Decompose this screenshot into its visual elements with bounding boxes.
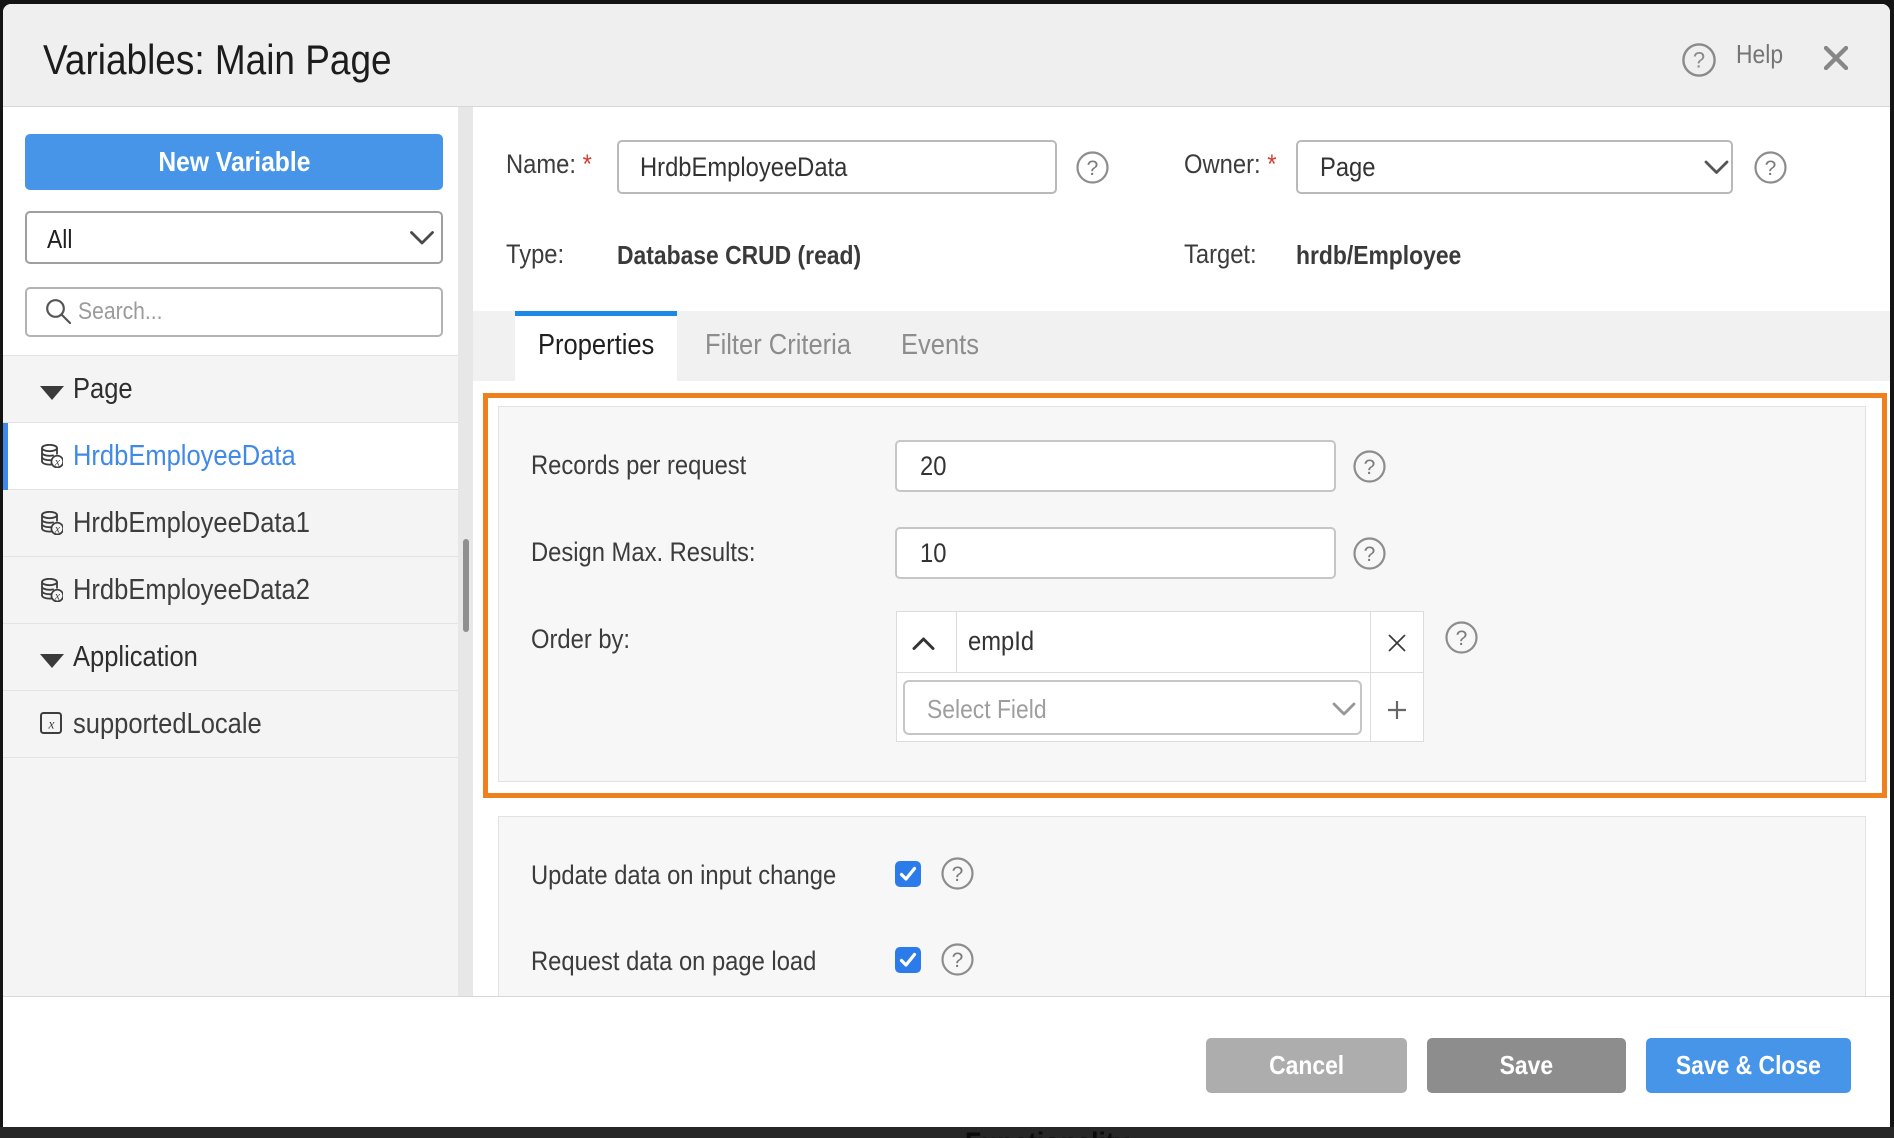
svg-text:?: ?: [1693, 48, 1705, 73]
svg-text:x: x: [54, 457, 61, 468]
svg-text:x: x: [48, 717, 55, 732]
svg-text:?: ?: [1765, 157, 1777, 180]
svg-text:?: ?: [952, 863, 964, 886]
svg-text:x: x: [54, 524, 61, 535]
svg-text:?: ?: [952, 949, 964, 972]
svg-text:?: ?: [1364, 456, 1376, 479]
svg-text:x: x: [54, 591, 61, 602]
svg-text:?: ?: [1364, 543, 1376, 566]
svg-text:?: ?: [1456, 627, 1468, 650]
svg-text:?: ?: [1087, 157, 1099, 180]
